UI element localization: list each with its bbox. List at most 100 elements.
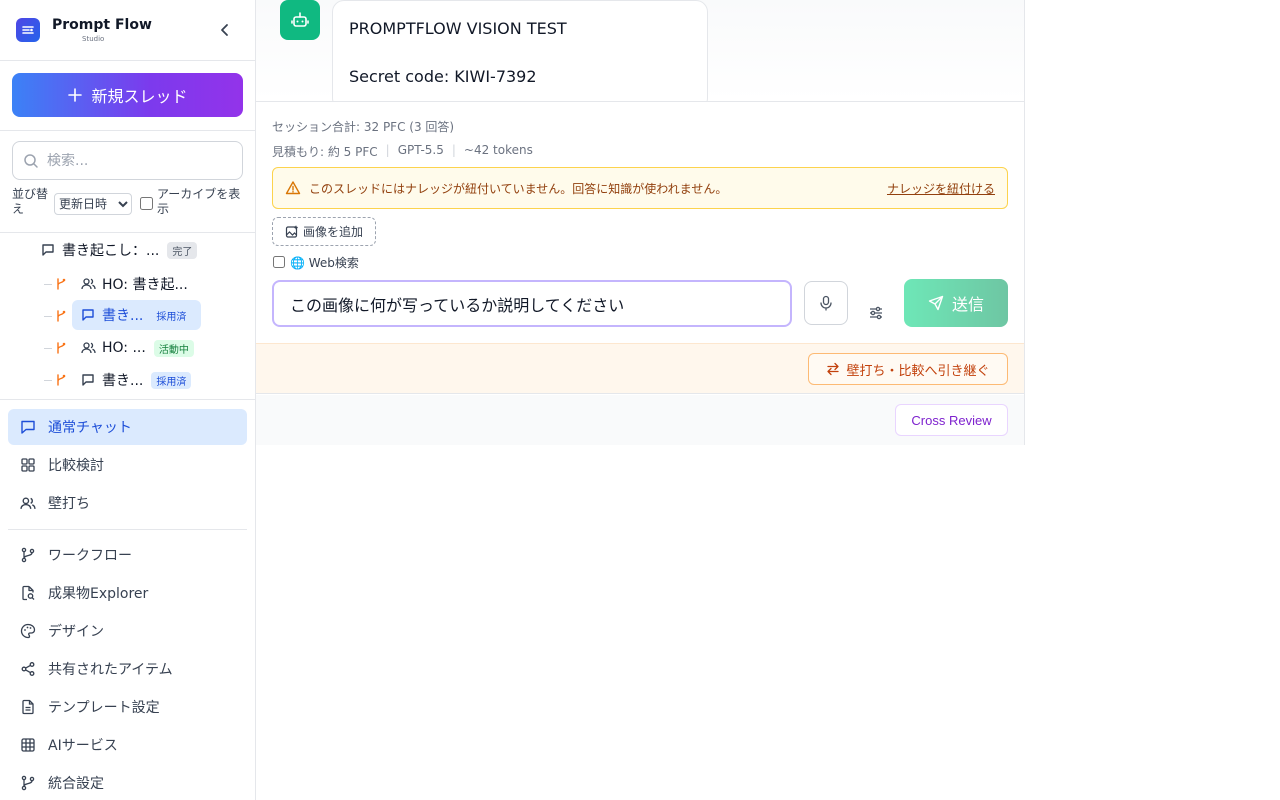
app-subtitle: Studio xyxy=(82,35,105,43)
nav-label: 通常チャット xyxy=(48,420,132,436)
handoff-label: 壁打ち・比較へ引き継ぐ xyxy=(846,363,990,379)
web-search-label: 🌐 Web検索 xyxy=(290,256,359,270)
tree-connector xyxy=(44,380,52,381)
image-plus-icon xyxy=(285,225,298,238)
swap-arrows-icon xyxy=(827,362,840,376)
divider xyxy=(0,399,255,400)
cost-estimate: 見積もり: 約 5 PFC | GPT-5.5 | ~42 tokens xyxy=(272,143,533,160)
nav-item-chat[interactable]: 通常チャット xyxy=(8,409,247,445)
share-icon xyxy=(20,661,36,677)
sort-select[interactable]: 更新日時 xyxy=(54,193,132,215)
tree-connector xyxy=(44,348,52,349)
collapse-sidebar-button[interactable] xyxy=(215,20,235,40)
chat-bubble-icon xyxy=(80,307,96,323)
nav-item-compare[interactable]: 比較検討 xyxy=(8,447,247,483)
review-bar: Cross Review xyxy=(256,395,1024,445)
nav-item-shared[interactable]: 共有されたアイテム xyxy=(8,651,247,687)
nav-item-design[interactable]: デザイン xyxy=(8,613,247,649)
show-archive-checkbox[interactable] xyxy=(140,197,153,210)
nav-label: 統合設定 xyxy=(48,776,104,792)
nav-item-artifacts[interactable]: 成果物Explorer xyxy=(8,575,247,611)
knowledge-warning: このスレッドにはナレッジが紐付いていません。回答に知識が使われません。 ナレッジ… xyxy=(272,167,1008,209)
bot-avatar xyxy=(280,0,320,40)
options-button[interactable] xyxy=(862,299,890,327)
divider xyxy=(0,130,255,131)
git-branch-icon xyxy=(57,374,66,386)
sort-label: 並び替え xyxy=(12,187,49,216)
nav-item-integrations[interactable]: 統合設定 xyxy=(8,765,247,800)
search-icon xyxy=(24,153,38,168)
estimate-text: 見積もり: 約 5 PFC xyxy=(272,145,378,159)
new-thread-label: 新規スレッド xyxy=(91,87,188,106)
token-count: ~42 tokens xyxy=(463,143,533,157)
thread-title: 書き... xyxy=(102,308,144,324)
assistant-message: PROMPTFLOW VISION TEST Secret code: KIWI… xyxy=(332,0,708,101)
warning-text: このスレッドにはナレッジが紐付いていません。回答に知識が使われません。 xyxy=(309,181,728,196)
send-button[interactable]: 送信 xyxy=(904,279,1008,327)
status-badge: 活動中 xyxy=(153,339,194,357)
grid-icon xyxy=(20,457,36,473)
thread-title: HO: 書き起... xyxy=(102,277,188,293)
thread-item-selected[interactable]: 書き... 採用済 xyxy=(72,300,201,330)
attach-knowledge-link[interactable]: ナレッジを紐付ける xyxy=(887,180,995,197)
message-line: PROMPTFLOW VISION TEST xyxy=(349,19,567,38)
cross-review-button[interactable]: Cross Review xyxy=(895,404,1008,436)
chevron-left-icon xyxy=(221,24,228,36)
send-label: 送信 xyxy=(951,295,984,314)
users-icon xyxy=(20,495,36,511)
nav-item-brainstorm[interactable]: 壁打ち xyxy=(8,485,247,521)
status-badge: 採用済 xyxy=(151,371,192,389)
microphone-icon xyxy=(820,295,832,311)
chat-bubble-icon xyxy=(40,242,56,258)
model-name: GPT-5.5 xyxy=(397,143,444,157)
thread-search xyxy=(12,141,243,180)
add-image-button[interactable]: 画像を追加 xyxy=(272,217,376,246)
send-icon xyxy=(928,295,944,311)
branch-icon xyxy=(20,775,36,791)
thread-item[interactable]: HO: ... 活動中 xyxy=(80,333,194,363)
thread-list: 書き起こし：... 完了 HO: 書き起... 書き... 採用済 HO: ..… xyxy=(0,233,255,399)
brand-header: Prompt Flow Studio xyxy=(0,0,255,61)
handoff-button[interactable]: 壁打ち・比較へ引き継ぐ xyxy=(808,353,1008,385)
git-branch-icon xyxy=(57,310,66,322)
plus-icon xyxy=(68,88,83,102)
nav-label: 成果物Explorer xyxy=(48,586,149,602)
thread-title: 書き... xyxy=(102,373,144,389)
status-badge: 採用済 xyxy=(151,306,192,324)
separator: | xyxy=(451,143,456,157)
thread-item[interactable]: HO: 書き起... xyxy=(80,269,188,299)
tree-connector xyxy=(44,316,52,317)
voice-input-button[interactable] xyxy=(804,281,848,325)
bot-icon xyxy=(291,12,309,27)
status-badge: 完了 xyxy=(167,241,198,259)
warning-triangle-icon xyxy=(285,180,301,196)
separator: | xyxy=(385,143,390,157)
nav-item-templates[interactable]: テンプレート設定 xyxy=(8,689,247,725)
composer: セッション合計: 32 PFC (3 回答) 見積もり: 約 5 PFC | G… xyxy=(256,103,1024,343)
users-icon xyxy=(80,276,96,292)
sliders-icon xyxy=(870,306,882,320)
message-input[interactable] xyxy=(272,280,792,327)
nav-label: AIサービス xyxy=(48,738,118,754)
git-branch-icon xyxy=(57,278,66,290)
search-input[interactable] xyxy=(47,152,227,169)
thread-item[interactable]: 書き起こし：... 完了 xyxy=(40,235,198,265)
sidebar: Prompt Flow Studio 新規スレッド 並び替え 更新日時 アーカイ… xyxy=(0,0,256,800)
session-total: セッション合計: 32 PFC (3 回答) xyxy=(272,120,455,134)
nav-label: 壁打ち xyxy=(48,496,90,512)
branch-icon xyxy=(20,547,36,563)
new-thread-button[interactable]: 新規スレッド xyxy=(12,73,243,117)
chat-bubble-icon xyxy=(80,372,96,388)
add-image-label: 画像を追加 xyxy=(302,225,363,239)
nav-item-workflow[interactable]: ワークフロー xyxy=(8,537,247,573)
users-icon xyxy=(80,340,96,356)
chat-panel: PROMPTFLOW VISION TEST Secret code: KIWI… xyxy=(256,0,1025,445)
flow-logo-icon xyxy=(16,18,40,42)
nav-item-ai-services[interactable]: AIサービス xyxy=(8,727,247,763)
thread-item[interactable]: 書き... 採用済 xyxy=(80,365,192,395)
thread-title: 書き起こし：... xyxy=(62,243,160,259)
nav-label: 比較検討 xyxy=(48,458,104,474)
table-grid-icon xyxy=(20,737,36,753)
git-branch-icon xyxy=(57,342,66,354)
web-search-checkbox[interactable] xyxy=(273,256,285,268)
